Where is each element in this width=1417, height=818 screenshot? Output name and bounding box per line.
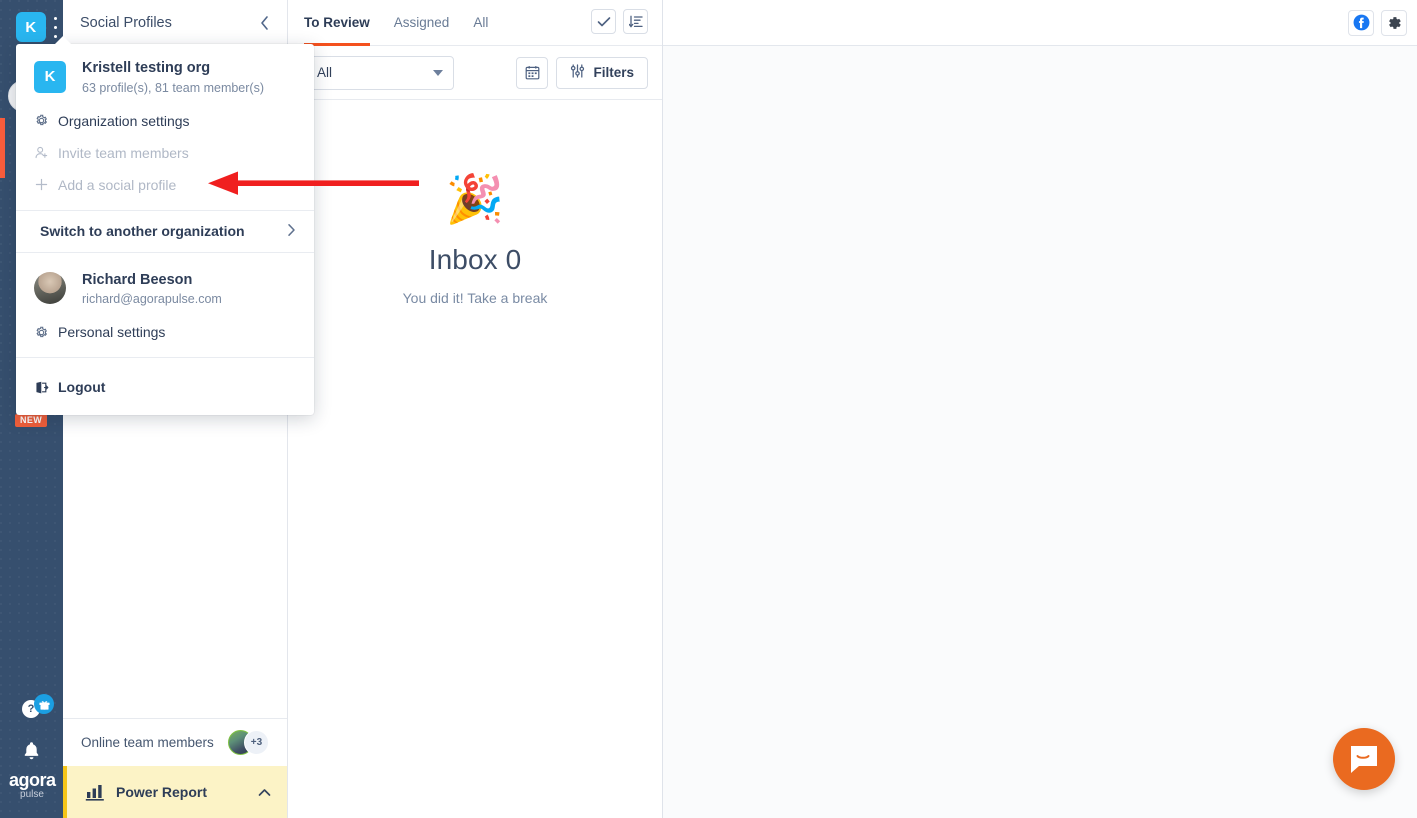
settings-icon[interactable] — [1381, 9, 1407, 36]
user-add-icon — [34, 145, 58, 160]
online-avatars: +3 — [228, 730, 269, 755]
org-meta: 63 profile(s), 81 team member(s) — [82, 80, 265, 95]
user-header-text: Richard Beeson richard@agorapulse.com — [82, 271, 222, 307]
power-report-bar[interactable]: Power Report — [63, 766, 287, 818]
chevron-left-icon[interactable] — [255, 14, 273, 32]
intercom-chat-button[interactable] — [1333, 728, 1395, 790]
inbox-filter-actions: Filters — [516, 56, 648, 89]
brand-line-2: pulse — [20, 789, 44, 800]
brand-line-1: agora — [9, 770, 56, 790]
agorapulse-logo: agora pulse — [9, 770, 56, 800]
menu-item-label: Personal settings — [58, 324, 166, 341]
menu-item-add-social-profile[interactable]: Add a social profile — [16, 169, 314, 201]
org-avatar-badge[interactable]: K — [16, 12, 46, 42]
new-badge: NEW — [15, 414, 48, 427]
org-menu-section-logout: Logout — [16, 358, 314, 415]
sliders-icon — [570, 64, 585, 81]
power-report-label: Power Report — [116, 784, 208, 800]
bar-chart-icon — [85, 783, 105, 801]
menu-item-label: Organization settings — [58, 112, 190, 129]
logout-icon — [34, 380, 58, 395]
facebook-icon[interactable] — [1348, 9, 1374, 36]
inbox-filter-bar: All Filters — [288, 46, 662, 100]
tab-assigned[interactable]: Assigned — [394, 0, 450, 46]
menu-item-logout[interactable]: Logout — [16, 371, 314, 403]
kebab-menu-icon[interactable] — [50, 17, 60, 38]
chevron-right-icon — [287, 223, 296, 240]
avatar-overflow-count[interactable]: +3 — [244, 730, 269, 755]
plus-icon — [34, 177, 58, 192]
profile-filter-value: All — [317, 65, 333, 80]
menu-item-organization-settings[interactable]: Organization settings — [16, 105, 314, 137]
filters-button[interactable]: Filters — [556, 56, 648, 89]
org-menu-section-organization: K Kristell testing org 63 profile(s), 81… — [16, 44, 314, 211]
org-avatar: K — [34, 60, 66, 93]
sort-descending-icon[interactable] — [623, 9, 648, 34]
menu-item-invite-team-members[interactable]: Invite team members — [16, 137, 314, 169]
menu-item-switch-organization[interactable]: Switch to another organization — [16, 211, 314, 253]
chevron-down-icon — [433, 69, 443, 76]
user-email: richard@agorapulse.com — [82, 292, 222, 307]
gift-icon[interactable] — [34, 694, 54, 714]
tab-all[interactable]: All — [473, 0, 488, 46]
switch-organization-label: Switch to another organization — [40, 223, 245, 240]
org-header-text: Kristell testing org 63 profile(s), 81 t… — [82, 59, 264, 95]
online-team-members: Online team members +3 — [63, 718, 287, 766]
menu-item-label: Logout — [58, 379, 106, 396]
kebab-dot — [53, 26, 57, 29]
detail-pane-header — [663, 0, 1417, 46]
inbox-empty-subtitle: You did it! Take a break — [402, 290, 548, 306]
user-name: Richard Beeson — [82, 271, 193, 288]
menu-item-label: Invite team members — [58, 144, 189, 161]
organization-dropdown-menu: K Kristell testing org 63 profile(s), 81… — [16, 35, 314, 416]
party-popper-icon: 🎉 — [445, 172, 505, 225]
inbox-column: To Review Assigned All All Filters 🎉 Inb… — [288, 0, 663, 818]
profile-filter-select[interactable]: All — [304, 55, 454, 90]
gear-icon — [34, 325, 58, 340]
inbox-tab-actions — [591, 9, 648, 34]
filters-label: Filters — [593, 65, 634, 80]
kebab-dot — [53, 17, 57, 20]
tab-to-review[interactable]: To Review — [304, 0, 370, 46]
menu-item-personal-settings[interactable]: Personal settings — [16, 316, 314, 348]
inbox-empty-title: Inbox 0 — [428, 244, 522, 275]
inbox-empty-state: 🎉 Inbox 0 You did it! Take a break — [288, 175, 662, 306]
calendar-icon[interactable] — [516, 56, 549, 89]
org-menu-section-user: Richard Beeson richard@agorapulse.com Pe… — [16, 253, 314, 359]
inbox-tabs: To Review Assigned All — [288, 0, 662, 46]
gear-icon — [34, 113, 58, 128]
active-nav-indicator — [0, 118, 5, 178]
page-title: Social Profiles — [80, 14, 172, 31]
org-header: K Kristell testing org 63 profile(s), 81… — [16, 56, 314, 105]
detail-pane — [663, 0, 1417, 818]
profiles-panel-header: Social Profiles — [63, 0, 287, 46]
check-icon[interactable] — [591, 9, 616, 34]
online-team-members-label: Online team members — [81, 735, 214, 750]
app-root: K NEW ? agora pulse Social Profiles Onli… — [0, 0, 1417, 818]
menu-item-label: Add a social profile — [58, 176, 177, 193]
avatar — [34, 272, 66, 305]
org-name: Kristell testing org — [82, 60, 211, 76]
chevron-up-icon[interactable] — [258, 785, 271, 800]
bell-icon[interactable] — [22, 741, 41, 761]
user-header: Richard Beeson richard@agorapulse.com — [16, 265, 314, 317]
